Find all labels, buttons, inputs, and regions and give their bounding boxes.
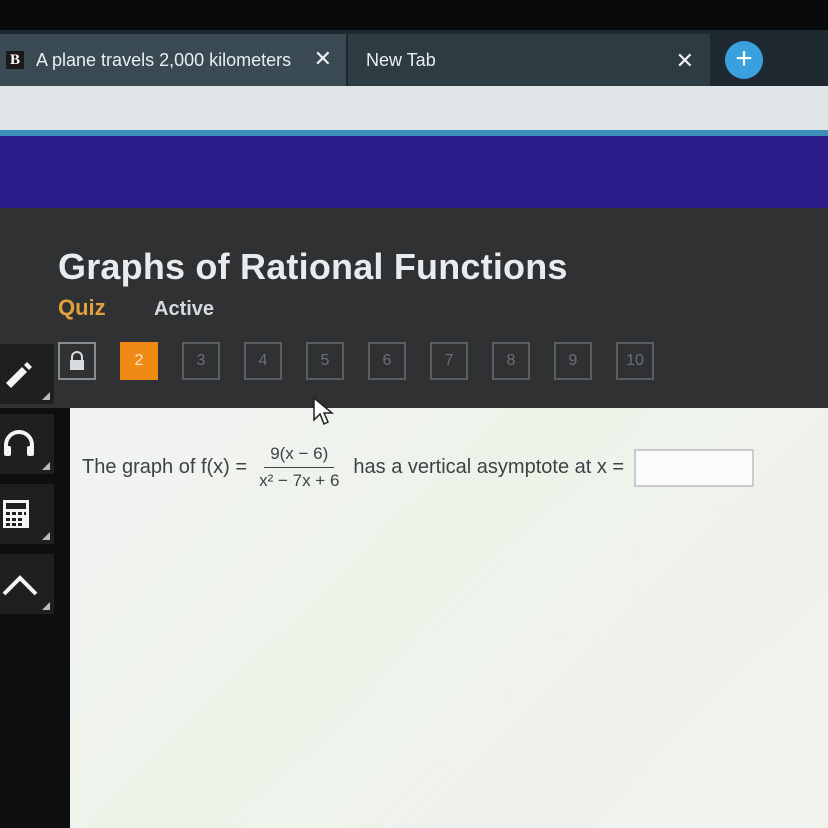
site-banner [0,136,828,208]
collapse-tool-button[interactable] [0,554,54,614]
question-button[interactable]: 8 [492,342,530,380]
status-label: Active [154,298,215,320]
new-tab-button[interactable]: + [725,41,763,79]
tab-title: New Tab [366,49,436,70]
close-tab-icon[interactable]: ✕ [676,48,694,74]
tab-title: A plane travels 2,000 kilometers [36,49,292,70]
lock-button[interactable] [58,342,96,380]
calculator-tool-button[interactable] [0,484,54,544]
question-button-current[interactable]: 2 [120,342,158,380]
question-button[interactable]: 9 [554,342,592,380]
question-button[interactable]: 7 [430,342,468,380]
site-favicon-icon: B [6,51,24,69]
fraction-denominator: x² − 7x + 6 [259,471,340,490]
question-suffix: has a vertical asymptote at x = [353,456,625,478]
question-button[interactable]: 6 [368,342,406,380]
pencil-icon [6,362,32,388]
address-bar[interactable] [0,86,828,134]
left-toolbar [0,340,56,614]
question-button[interactable]: 5 [306,342,344,380]
question-button[interactable]: 3 [182,342,220,380]
tab-new-tab[interactable]: New Tab ✕ [348,34,710,86]
question-button[interactable]: 10 [616,342,654,380]
lock-icon [70,351,84,370]
question-nav: 2 3 4 5 6 7 8 9 10 [58,342,678,380]
answer-input[interactable] [634,448,755,487]
page-title: Graphs of Rational Functions [58,246,568,287]
activity-type-label: Quiz [58,295,106,320]
tab-plane-question[interactable]: B A plane travels 2,000 kilometers ✕ [0,34,346,86]
collapse-up-icon [2,575,38,596]
question-prefix: The graph of f(x) = [82,456,248,478]
question-text: The graph of f(x) = 9(x − 6) x² − 7x + 6… [82,444,755,491]
calculator-icon [3,500,29,528]
question-button[interactable]: 4 [244,342,282,380]
close-tab-icon[interactable]: ✕ [314,46,332,72]
rational-function: 9(x − 6) x² − 7x + 6 [253,444,345,491]
question-panel: The graph of f(x) = 9(x − 6) x² − 7x + 6… [70,408,828,828]
browser-tabstrip: B A plane travels 2,000 kilometers ✕ New… [0,0,828,92]
mouse-cursor-icon [313,396,334,426]
fraction-numerator: 9(x − 6) [264,444,335,468]
headphones-icon [3,430,34,456]
audio-tool-button[interactable] [0,414,54,474]
pencil-tool-button[interactable] [0,344,54,404]
